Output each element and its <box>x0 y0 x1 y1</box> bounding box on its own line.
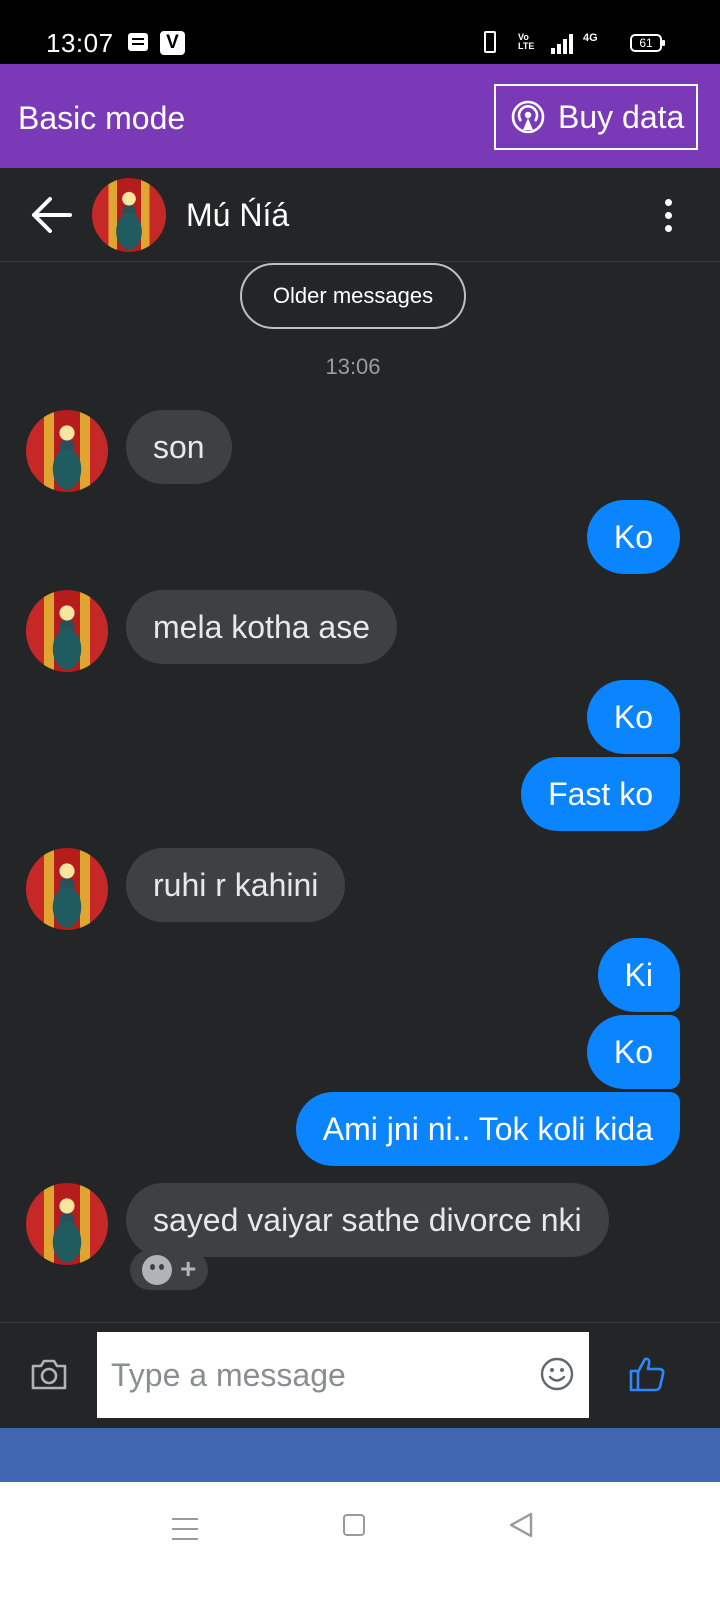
v-app-icon: V <box>160 31 185 55</box>
sender-avatar[interactable] <box>26 848 108 930</box>
back-arrow-icon[interactable] <box>30 195 72 235</box>
plus-icon: + <box>180 1253 197 1284</box>
signal-icon <box>551 34 575 54</box>
emoji-icon[interactable] <box>540 1357 574 1391</box>
volte-icon: Vo LTE <box>518 32 535 51</box>
older-messages-button[interactable]: Older messages <box>240 263 466 329</box>
buy-data-label: Buy data <box>558 98 685 135</box>
message-input[interactable] <box>97 1332 589 1418</box>
contact-name[interactable]: Mú Ńíá <box>186 197 289 234</box>
system-nav-bar <box>0 1482 720 1600</box>
vibrate-icon <box>484 31 496 53</box>
message-bubble-outgoing[interactable]: Ko <box>586 1015 680 1089</box>
banner-title: Basic mode <box>18 100 186 136</box>
message-bubble-outgoing[interactable]: Ko <box>586 680 680 754</box>
4g-signal-icon: 4G <box>583 32 598 44</box>
broadcast-icon <box>511 100 545 134</box>
battery-icon: 61 <box>630 34 665 52</box>
chat-header: Mú Ńíá <box>0 168 720 262</box>
thread-timestamp: 13:06 <box>325 354 381 379</box>
sender-avatar[interactable] <box>26 1183 108 1265</box>
message-composer <box>0 1322 720 1428</box>
smiley-icon <box>142 1255 172 1285</box>
status-time: 13:07 <box>46 28 114 58</box>
message-bubble-incoming[interactable]: son <box>126 410 232 484</box>
sender-avatar[interactable] <box>26 410 108 492</box>
add-reaction-button[interactable]: + <box>130 1250 208 1290</box>
more-options-icon[interactable] <box>662 199 674 235</box>
camera-icon[interactable] <box>30 1357 68 1391</box>
thumbs-up-icon[interactable] <box>628 1355 666 1393</box>
contact-avatar[interactable] <box>92 178 166 252</box>
message-bubble-incoming[interactable]: mela kotha ase <box>126 590 398 664</box>
notes-icon <box>128 33 148 51</box>
sender-avatar[interactable] <box>26 590 108 672</box>
message-bubble-outgoing[interactable]: Ko <box>586 500 680 574</box>
message-bubble-outgoing[interactable]: Fast ko <box>521 757 680 831</box>
message-bubble-outgoing[interactable]: Ki <box>597 938 680 1012</box>
home-icon[interactable] <box>343 1514 365 1536</box>
message-bubble-incoming[interactable]: sayed vaiyar sathe divorce nki <box>126 1183 609 1257</box>
message-bubble-outgoing[interactable]: Ami jni ni.. Tok koli kida <box>295 1092 680 1166</box>
menu-icon[interactable] <box>172 1518 198 1540</box>
footer-strip <box>0 1428 720 1482</box>
back-triangle-icon[interactable] <box>508 1511 534 1539</box>
message-bubble-incoming[interactable]: ruhi r kahini <box>126 848 346 922</box>
buy-data-button[interactable]: Buy data <box>494 84 698 150</box>
status-bar: 13:07 V Vo LTE 4G 61 <box>0 0 720 64</box>
basic-mode-banner: Basic mode Buy data <box>0 64 720 168</box>
